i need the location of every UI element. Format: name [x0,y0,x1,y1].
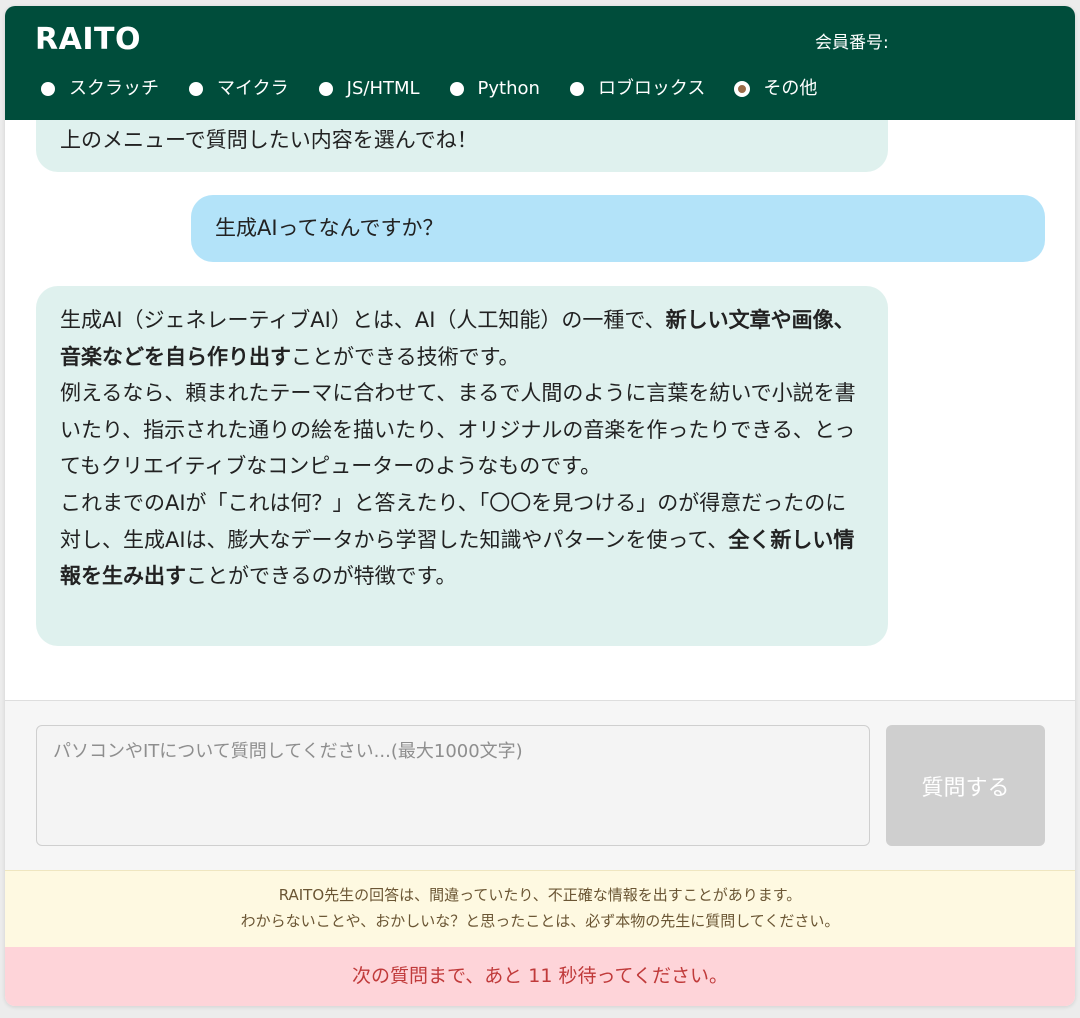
disclaimer: RAITO先生の回答は、間違っていたり、不正確な情報を出すことがあります。 わか… [5,870,1075,947]
radio-icon[interactable] [569,82,584,96]
wait-notice: 次の質問まで、あと 11 秒待ってください。 [5,947,1075,1006]
radio-icon[interactable] [318,82,333,96]
ask-button[interactable]: 質問する [886,725,1045,846]
disclaimer-line-2: わからないことや、おかしいな？と思ったことは、必ず本物の先生に質問してください。 [240,912,840,930]
answer-paragraph-1: 生成AI（ジェネレーティブAI）とは、AI（人工知能）の一種で、新しい文章や画像… [60,302,864,375]
category-label: ロブロックス [597,78,706,99]
category-radio-group: スクラッチ マイクラ JS/HTML Python ロブロックス その他 [41,76,847,102]
category-scratch[interactable]: スクラッチ [41,77,159,101]
answer-text: ことができるのが特徴です。 [186,564,457,589]
header: RAITO 会員番号: スクラッチ マイクラ JS/HTML Python ロブ… [5,6,1075,120]
answer-paragraph-2: 例えるなら、頼まれたテーマに合わせて、まるで人間のように言葉を紡いで小説を書いた… [60,381,856,479]
category-other[interactable]: その他 [735,77,817,101]
message-text: 上のメニューで質問したい内容を選んでね！ [60,128,478,152]
category-js-html[interactable]: JS/HTML [318,77,420,101]
app-window: RAITO 会員番号: スクラッチ マイクラ JS/HTML Python ロブ… [5,6,1075,1006]
member-number-label: 会員番号: [815,33,889,53]
input-area: 質問する [5,700,1075,871]
category-label: JS/HTML [346,78,420,99]
logo: RAITO [35,22,141,57]
question-input[interactable] [36,725,870,846]
category-label: マイクラ [217,78,289,99]
bot-message-answer: 生成AI（ジェネレーティブAI）とは、AI（人工知能）の一種で、新しい文章や画像… [36,286,888,646]
answer-text: 生成AI（ジェネレーティブAI）とは、AI（人工知能）の一種で、 [60,308,666,332]
user-message: 生成AIってなんですか？ [191,195,1045,262]
answer-paragraph-3: これまでのAIが「これは何？」と答えたり、「〇〇を見つける」のが得意だったのに対… [60,485,864,595]
radio-icon[interactable] [189,82,203,96]
category-label: スクラッチ [69,78,159,99]
category-roblox[interactable]: ロブロックス [569,77,706,101]
disclaimer-line-1: RAITO先生の回答は、間違っていたり、不正確な情報を出すことがあります。 [278,886,802,904]
category-minecraft[interactable]: マイクラ [189,77,289,101]
answer-text: ことができる技術です。 [291,344,520,369]
category-python[interactable]: Python [449,77,540,101]
radio-icon[interactable] [41,82,55,96]
category-label: Python [477,78,540,99]
chat-log[interactable]: 上のメニューで質問したい内容を選んでね！ 生成AIってなんですか？ 生成AI（ジ… [5,120,1075,700]
category-label: その他 [763,78,818,99]
message-text: 生成AIってなんですか？ [215,216,444,240]
radio-checked-icon[interactable] [735,82,750,96]
radio-icon[interactable] [449,82,464,96]
bot-message-greeting: 上のメニューで質問したい内容を選んでね！ [36,120,888,172]
